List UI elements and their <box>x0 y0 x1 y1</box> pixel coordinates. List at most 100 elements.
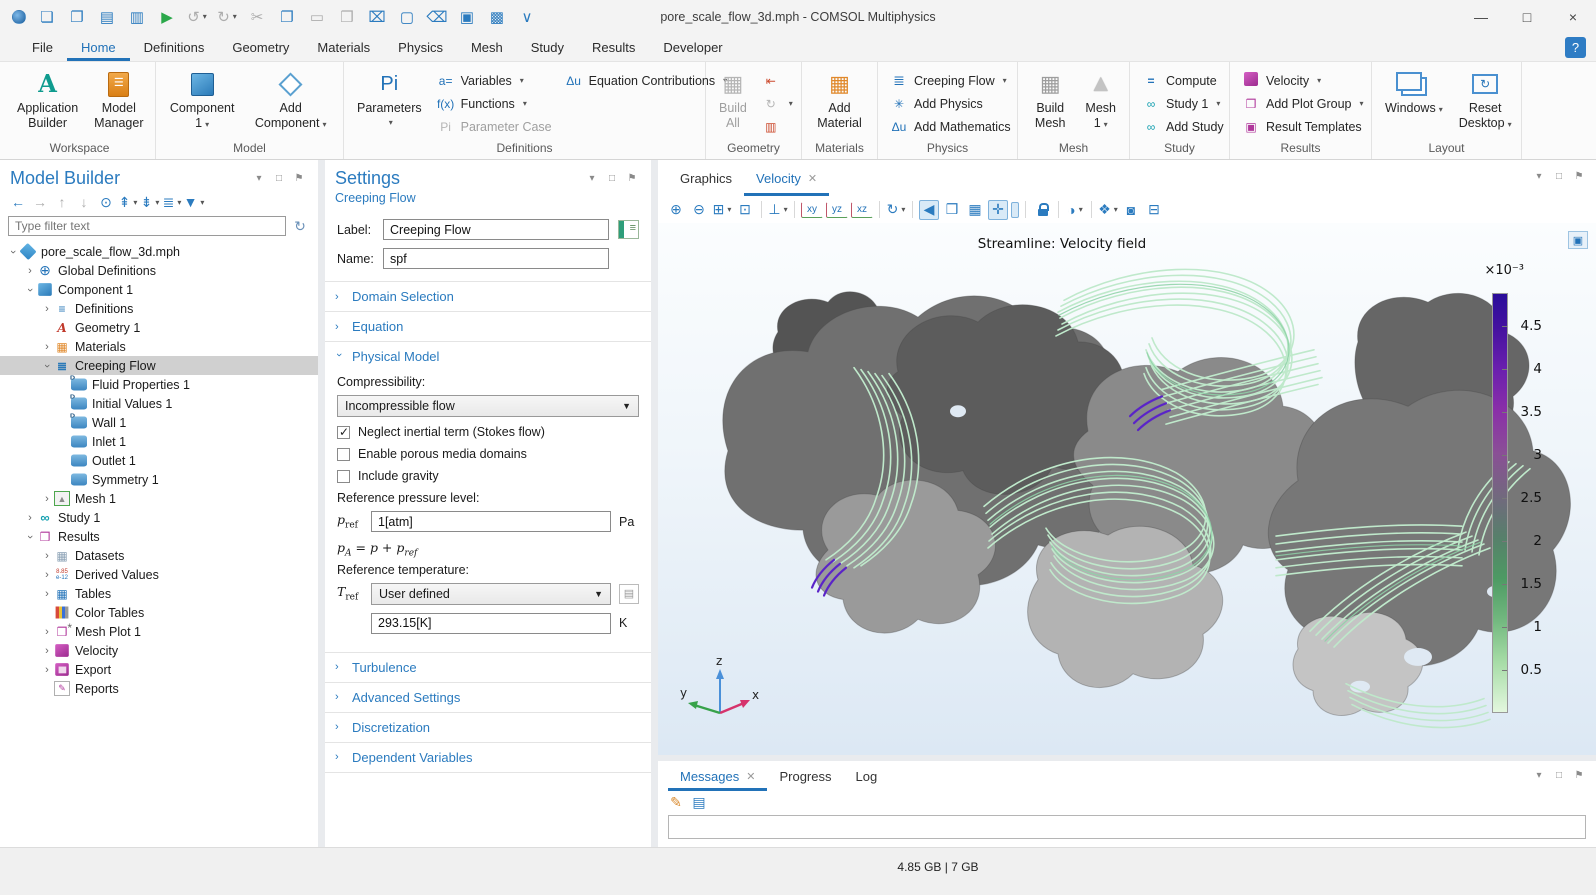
name-input[interactable] <box>383 248 609 269</box>
move-down-icon[interactable]: ↓ <box>74 192 94 212</box>
tab-mesh[interactable]: Mesh <box>457 33 517 61</box>
tree-item-creeping-flow[interactable]: ›≣Creeping Flow <box>0 356 318 375</box>
expander-icon[interactable]: › <box>23 512 37 524</box>
print-icon[interactable]: ⊟ <box>1144 200 1164 220</box>
panel-menu-icon[interactable]: ▾ <box>1530 767 1548 783</box>
tab-results[interactable]: Results <box>578 33 649 61</box>
tab-home[interactable]: Home <box>67 33 130 61</box>
select-box-icon[interactable]: ▢ <box>394 5 420 29</box>
undo-icon[interactable]: ↺▾ <box>184 5 210 29</box>
compressibility-select[interactable]: Incompressible flow ▼ <box>337 395 639 417</box>
back-icon[interactable]: ← <box>8 192 28 212</box>
checkbox-icon[interactable] <box>337 470 350 483</box>
virtual-operations-button[interactable]: ▥ <box>757 115 797 138</box>
panel-pin-icon[interactable]: ⚑ <box>290 171 308 187</box>
expander-icon[interactable]: › <box>40 303 54 315</box>
result-templates-button[interactable]: ▣ Result Templates <box>1237 115 1367 138</box>
panel-menu-icon[interactable]: ▾ <box>250 171 268 187</box>
tree-item-component-1[interactable]: ›Component 1 <box>0 280 318 299</box>
help-button[interactable]: ? <box>1565 37 1586 58</box>
variables-button[interactable]: a= Variables▾ <box>432 69 556 92</box>
scene-light-icon[interactable]: ◀ <box>919 200 939 220</box>
close-icon[interactable]: ✕ <box>746 770 755 783</box>
compute-button[interactable]: = Compute <box>1137 69 1228 92</box>
expander-icon[interactable]: › <box>24 283 36 297</box>
ref-pressure-input[interactable] <box>371 511 611 532</box>
grid-icon[interactable]: ▦ <box>965 200 985 220</box>
panel-pin-icon[interactable]: ⚑ <box>1570 168 1588 184</box>
tree-item-reports[interactable]: ›✎Reports <box>0 679 318 698</box>
model-manager-button[interactable]: ☰ Model Manager <box>88 67 149 133</box>
panel-menu-icon[interactable]: ▾ <box>1530 168 1548 184</box>
tree-item-outlet-1[interactable]: ›Outlet 1 <box>0 451 318 470</box>
expand-all-icon[interactable]: ⇞▾ <box>118 192 138 212</box>
expander-icon[interactable]: › <box>40 341 54 353</box>
tab-velocity[interactable]: Velocity ✕ <box>744 160 829 196</box>
tree-item-study-1[interactable]: ›∞Study 1 <box>0 508 318 527</box>
delete-icon[interactable]: ⌧ <box>364 5 390 29</box>
view-yz-icon[interactable]: yz <box>826 202 848 218</box>
tree-item-fluid-properties-1[interactable]: ›Fluid Properties 1 <box>0 375 318 394</box>
go-to-view-icon[interactable]: ⊥▾ <box>768 200 788 220</box>
tree-item-mesh-plot-1[interactable]: ›❒Mesh Plot 1 <box>0 622 318 641</box>
forward-icon[interactable]: → <box>30 192 50 212</box>
cut-icon[interactable]: ✂ <box>244 5 270 29</box>
tree-item-inlet-1[interactable]: ›Inlet 1 <box>0 432 318 451</box>
tree-item-wall-1[interactable]: ›Wall 1 <box>0 413 318 432</box>
tab-messages[interactable]: Messages ✕ <box>668 761 767 791</box>
section-equation[interactable]: › Equation <box>325 311 651 341</box>
add-material-button[interactable]: ▦ Add Material <box>809 67 870 133</box>
tab-materials[interactable]: Materials <box>303 33 384 61</box>
expander-icon[interactable]: › <box>7 245 19 259</box>
tree-item-pore-scale-flow-3d-mph[interactable]: ›pore_scale_flow_3d.mph <box>0 242 318 261</box>
tree-item-initial-values-1[interactable]: ›Initial Values 1 <box>0 394 318 413</box>
tab-log[interactable]: Log <box>844 761 890 791</box>
expander-icon[interactable]: › <box>40 664 54 676</box>
tree-item-mesh-1[interactable]: ›▲Mesh 1 <box>0 489 318 508</box>
ref-temperature-input[interactable] <box>371 613 611 634</box>
find-icon[interactable]: ▣ <box>454 5 480 29</box>
transparency-icon[interactable]: ❒ <box>942 200 962 220</box>
tree-item-datasets[interactable]: ›▦Datasets <box>0 546 318 565</box>
customize-icon[interactable]: ∨ <box>514 5 540 29</box>
section-domain-selection[interactable]: › Domain Selection <box>325 281 651 311</box>
section-physical-model[interactable]: › Physical Model <box>325 341 651 371</box>
update-icon[interactable]: ❖▾ <box>1098 200 1118 220</box>
zoom-in-icon[interactable]: ⊕ <box>666 200 686 220</box>
gravity-checkbox-row[interactable]: Include gravity <box>337 469 639 483</box>
close-icon[interactable]: × <box>1550 0 1596 33</box>
physics-interface-button[interactable]: ≣ Creeping Flow▾ <box>885 69 1015 92</box>
expander-icon[interactable]: › <box>41 359 53 373</box>
duplicate-icon[interactable]: ❒ <box>334 5 360 29</box>
tree-item-symmetry-1[interactable]: ›Symmetry 1 <box>0 470 318 489</box>
maximize-icon[interactable]: □ <box>1504 0 1550 33</box>
tab-file[interactable]: File <box>18 33 67 61</box>
move-up-icon[interactable]: ↑ <box>52 192 72 212</box>
porous-media-checkbox-row[interactable]: Enable porous media domains <box>337 447 639 461</box>
rotate-icon[interactable]: ↻▾ <box>886 200 906 220</box>
checkbox-icon[interactable] <box>337 448 350 461</box>
tree-item-velocity[interactable]: ›Velocity <box>0 641 318 660</box>
expander-icon[interactable]: › <box>24 530 36 544</box>
open-messages-window-icon[interactable]: ▤ <box>689 792 709 812</box>
open-file-icon[interactable]: ❐ <box>64 5 90 29</box>
zoom-out-icon[interactable]: ⊖ <box>689 200 709 220</box>
comsol-logo-icon[interactable] <box>12 10 26 24</box>
color-legend-icon[interactable] <box>1011 202 1019 218</box>
expander-icon[interactable]: › <box>40 645 54 657</box>
tree-item-color-tables[interactable]: ›Color Tables <box>0 603 318 622</box>
tab-geometry[interactable]: Geometry <box>218 33 303 61</box>
collapse-all-icon[interactable]: ⇟▾ <box>140 192 160 212</box>
tab-study[interactable]: Study <box>517 33 578 61</box>
reset-desktop-button[interactable]: ↻ Reset Desktop▾ <box>1453 67 1518 133</box>
panel-pin-icon[interactable]: ⚑ <box>623 171 641 187</box>
tree-item-geometry-1[interactable]: ›AGeometry 1 <box>0 318 318 337</box>
import-button[interactable]: ⇤ <box>757 69 797 92</box>
expander-icon[interactable]: › <box>40 550 54 562</box>
tab-developer[interactable]: Developer <box>649 33 736 61</box>
build-mesh-button[interactable]: ▦ Build Mesh <box>1025 67 1075 133</box>
component-button[interactable]: Component 1▾ <box>163 67 241 133</box>
tree-settings-icon[interactable]: ≣▾ <box>162 192 182 212</box>
parameters-button[interactable]: Pi Parameters ▾ <box>351 67 428 130</box>
plot-group-button[interactable]: Velocity▾ <box>1237 69 1367 92</box>
